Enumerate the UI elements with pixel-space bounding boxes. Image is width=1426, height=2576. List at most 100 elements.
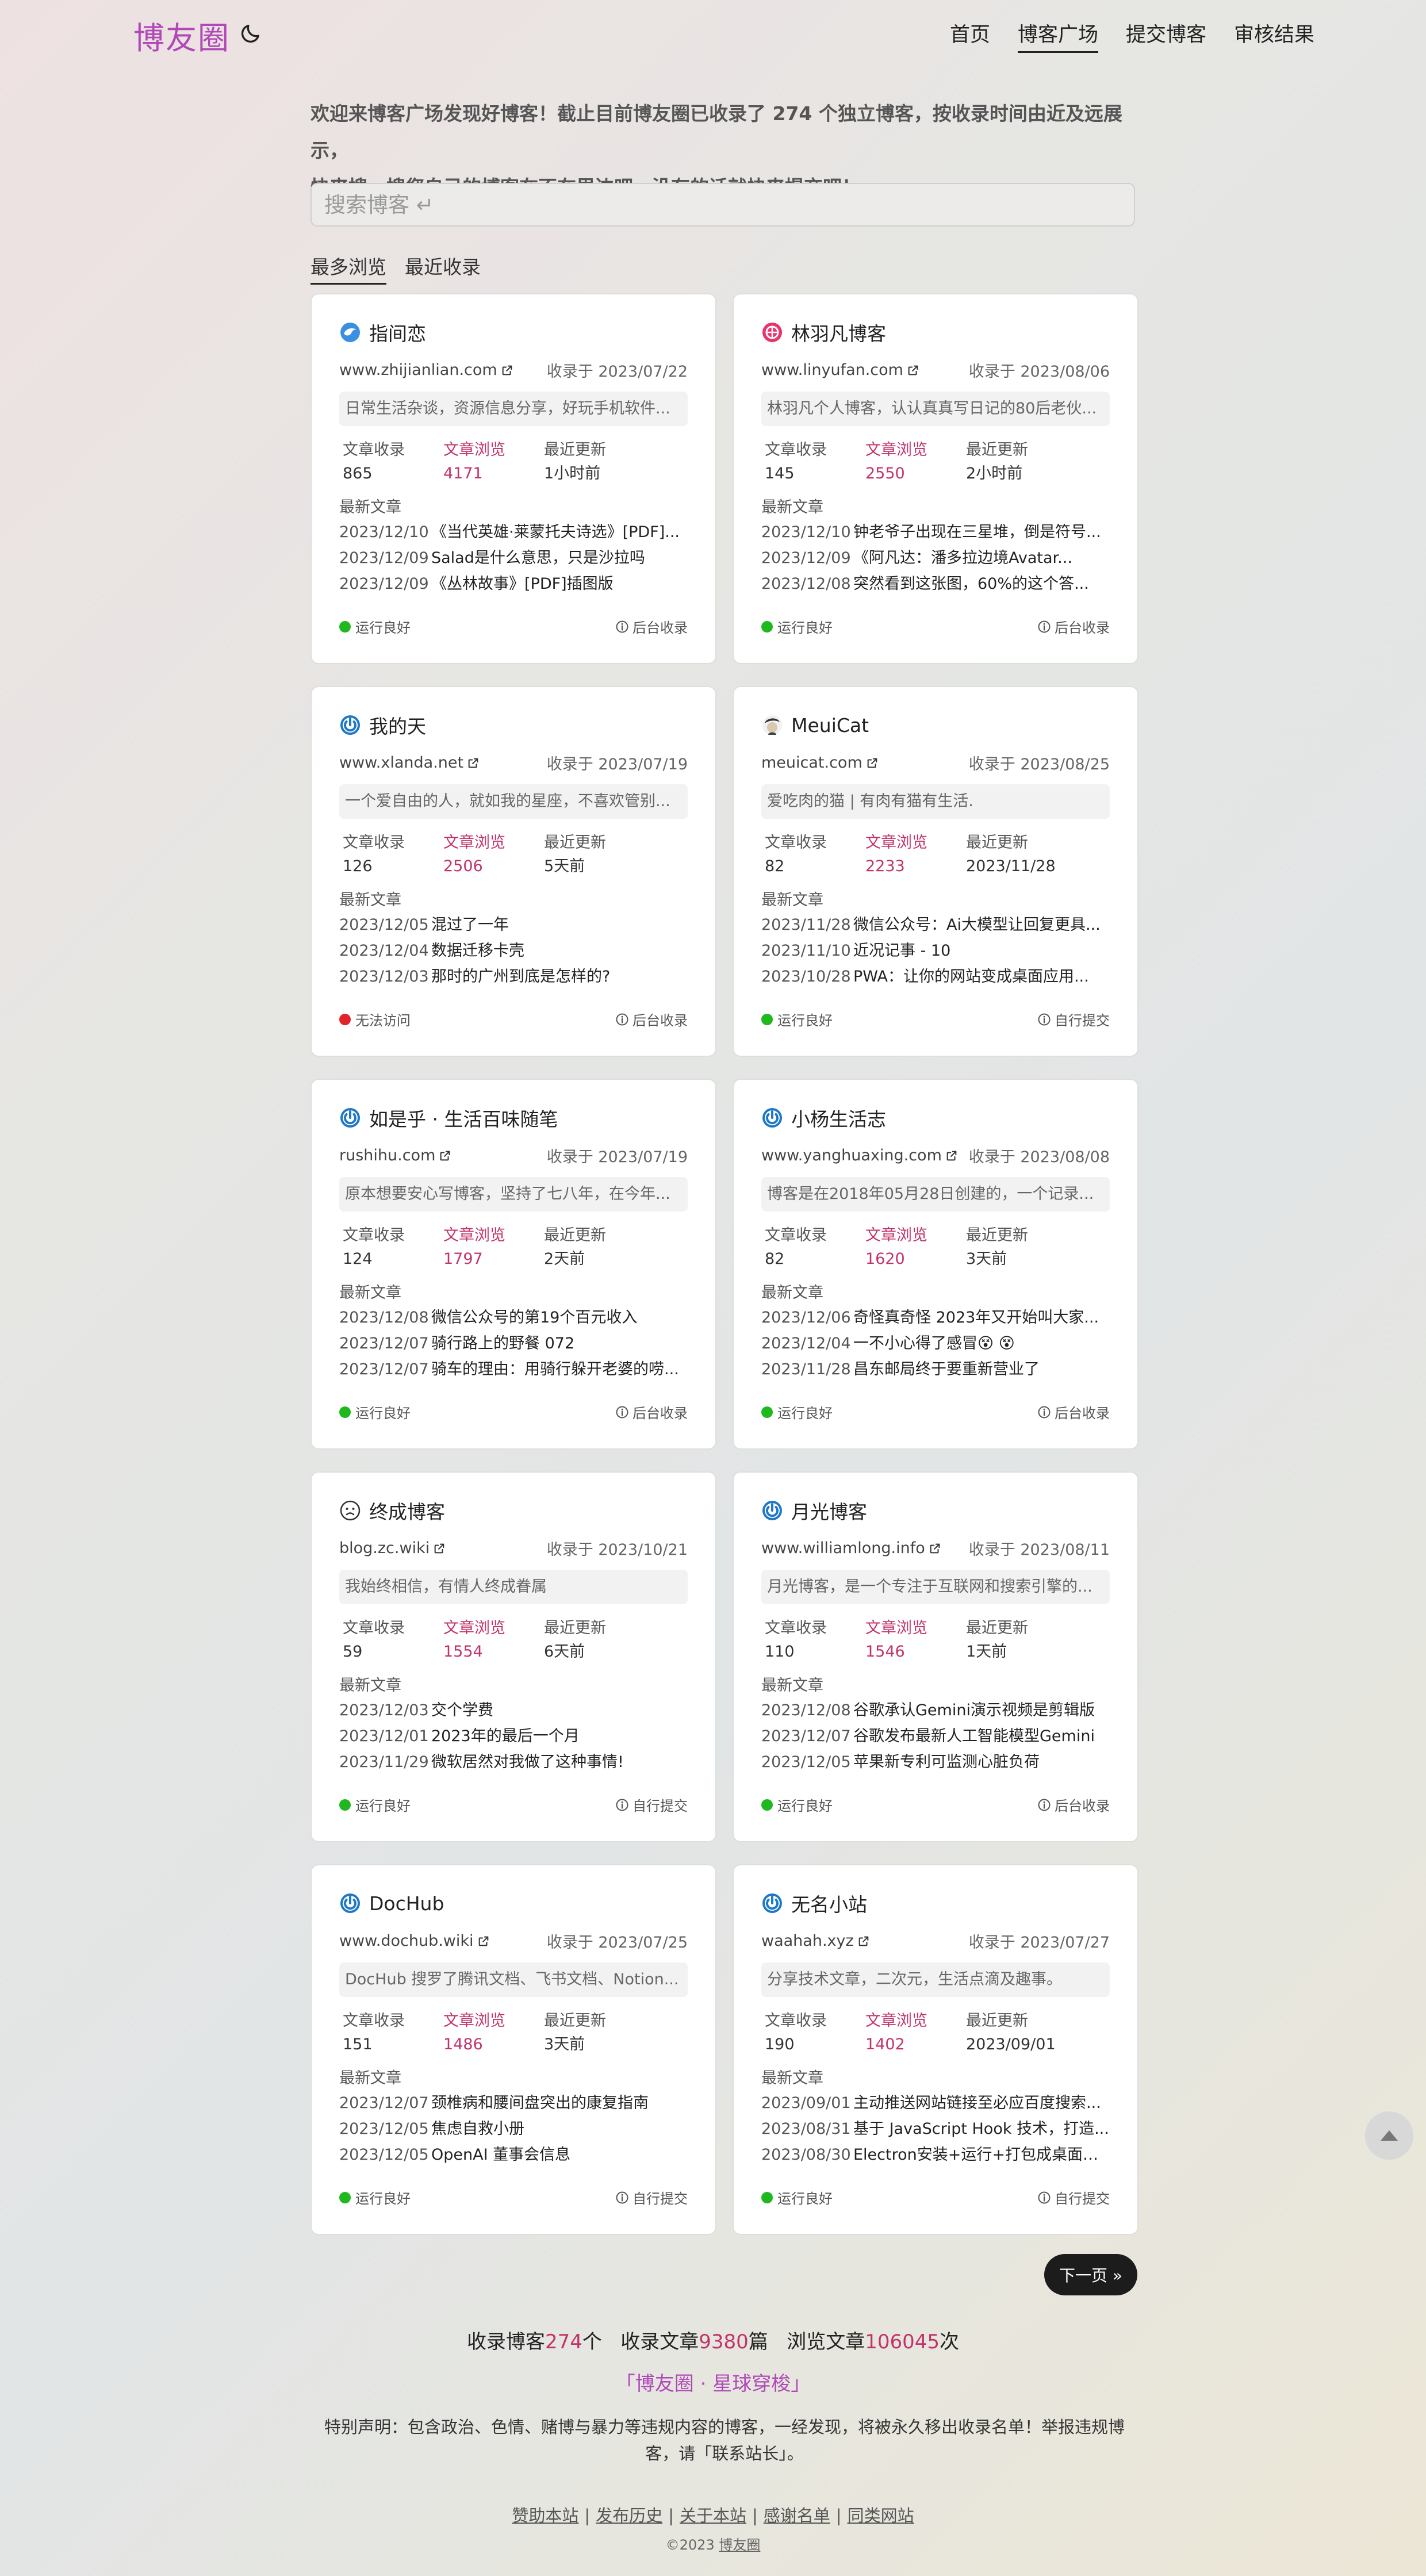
blog-url-link[interactable]: www.williamlong.info: [761, 1537, 941, 1559]
footer-link-history[interactable]: 发布历史: [596, 2506, 662, 2525]
search-input[interactable]: [312, 184, 1134, 225]
blog-url-link[interactable]: www.xlanda.net: [339, 752, 480, 774]
nav-submit-blog[interactable]: 提交博客: [1126, 18, 1206, 53]
post-title[interactable]: Electron安装+运行+打包成桌面应...: [853, 2142, 1110, 2168]
latest-post[interactable]: 2023/10/28 PWA：让你的网站变成桌面应用...: [761, 964, 1110, 990]
post-title[interactable]: 数据迁移卡壳: [431, 938, 524, 964]
post-title[interactable]: 突然看到这张图，60%的这个答...: [853, 571, 1089, 597]
latest-post[interactable]: 2023/12/05 混过了一年: [339, 912, 688, 938]
latest-post[interactable]: 2023/12/04 一不小心得了感冒😵 😵: [761, 1331, 1110, 1356]
latest-post[interactable]: 2023/12/07 谷歌发布最新人工智能模型Gemini: [761, 1723, 1110, 1749]
latest-post[interactable]: 2023/12/04 数据迁移卡壳: [339, 938, 688, 964]
blog-name[interactable]: 如是乎 · 生活百味随笔: [369, 1104, 558, 1132]
latest-post[interactable]: 2023/12/10 钟老爷子出现在三星堆，倒是符号...: [761, 519, 1110, 545]
blog-url-link[interactable]: www.yanghuaxing.com: [761, 1144, 958, 1167]
latest-post[interactable]: 2023/12/08 谷歌承认Gemini演示视频是剪辑版: [761, 1697, 1110, 1723]
post-title[interactable]: 《当代英雄·莱蒙托夫诗选》[PDF]...: [431, 519, 680, 545]
latest-post[interactable]: 2023/11/10 近况记事 - 10: [761, 938, 1110, 964]
post-title[interactable]: 谷歌发布最新人工智能模型Gemini: [853, 1723, 1095, 1749]
blog-url-link[interactable]: meuicat.com: [761, 752, 879, 774]
post-title[interactable]: 基于 JavaScript Hook 技术，打造...: [853, 2116, 1109, 2142]
blog-url-link[interactable]: blog.zc.wiki: [339, 1537, 446, 1559]
post-title[interactable]: PWA：让你的网站变成桌面应用...: [853, 964, 1089, 990]
post-title[interactable]: 《丛林故事》[PDF]插图版: [431, 571, 614, 597]
post-title[interactable]: 微软居然对我做了这种事情!: [431, 1749, 624, 1775]
footer-link-about[interactable]: 关于本站: [680, 2506, 746, 2525]
blog-url-link[interactable]: www.linyufan.com: [761, 359, 919, 381]
latest-post[interactable]: 2023/12/03 那时的广州到底是怎样的?: [339, 964, 688, 990]
latest-post[interactable]: 2023/12/01 2023年的最后一个月: [339, 1723, 688, 1749]
scroll-top-button[interactable]: [1365, 2111, 1413, 2160]
post-title[interactable]: 主动推送网站链接至必应百度搜索...: [853, 2090, 1101, 2116]
footer-link-thanks[interactable]: 感谢名单: [764, 2506, 830, 2525]
post-title[interactable]: 《阿凡达：潘多拉边境Avatar...: [853, 545, 1072, 571]
latest-post[interactable]: 2023/12/10 《当代英雄·莱蒙托夫诗选》[PDF]...: [339, 519, 688, 545]
blog-name[interactable]: 指间恋: [369, 319, 426, 346]
latest-post[interactable]: 2023/12/07 颈椎病和腰间盘突出的康复指南: [339, 2090, 688, 2116]
total-blogs-unit: 个: [582, 2330, 602, 2353]
latest-post[interactable]: 2023/12/05 OpenAI 董事会信息: [339, 2142, 688, 2168]
footer-link-sponsor[interactable]: 赞助本站: [512, 2506, 578, 2525]
blog-url-link[interactable]: www.dochub.wiki: [339, 1930, 490, 1952]
latest-post[interactable]: 2023/12/03 交个学费: [339, 1697, 688, 1723]
blog-name[interactable]: 无名小站: [791, 1889, 867, 1917]
blog-name[interactable]: MeuiCat: [791, 714, 869, 737]
post-title[interactable]: 微信公众号：Ai大模型让回复更具...: [853, 912, 1101, 938]
latest-post[interactable]: 2023/12/09 Salad是什么意思，只是沙拉吗: [339, 545, 688, 571]
post-title[interactable]: Salad是什么意思，只是沙拉吗: [431, 545, 645, 571]
latest-post[interactable]: 2023/08/30 Electron安装+运行+打包成桌面应...: [761, 2142, 1110, 2168]
blog-name[interactable]: 月光博客: [791, 1497, 867, 1524]
latest-post[interactable]: 2023/12/07 骑行路上的野餐 072: [339, 1331, 688, 1356]
blog-name[interactable]: 林羽凡博客: [791, 319, 886, 346]
blog-url-link[interactable]: www.zhijianlian.com: [339, 359, 513, 381]
post-title[interactable]: 焦虑自救小册: [431, 2116, 524, 2142]
tab-most-viewed[interactable]: 最多浏览: [310, 252, 386, 285]
blog-url-link[interactable]: rushihu.com: [339, 1144, 451, 1167]
moon-icon[interactable]: [239, 22, 262, 45]
post-title[interactable]: 交个学费: [431, 1697, 493, 1723]
next-page-button[interactable]: 下一页 »: [1044, 2254, 1137, 2295]
latest-post[interactable]: 2023/12/08 突然看到这张图，60%的这个答...: [761, 571, 1110, 597]
post-title[interactable]: 骑行路上的野餐 072: [431, 1331, 574, 1356]
tagline-link[interactable]: 「博友圈 · 星球穿梭」: [0, 2368, 1426, 2396]
latest-post[interactable]: 2023/09/01 主动推送网站链接至必应百度搜索...: [761, 2090, 1110, 2116]
latest-post[interactable]: 2023/11/28 昌东邮局终于要重新营业了: [761, 1356, 1110, 1382]
nav-blog-square[interactable]: 博客广场: [1017, 18, 1098, 53]
post-title[interactable]: 谷歌承认Gemini演示视频是剪辑版: [853, 1697, 1095, 1723]
latest-post[interactable]: 2023/11/29 微软居然对我做了这种事情!: [339, 1749, 688, 1775]
post-title[interactable]: 那时的广州到底是怎样的?: [431, 964, 610, 990]
post-title[interactable]: 2023年的最后一个月: [431, 1723, 580, 1749]
post-title[interactable]: 微信公众号的第19个百元收入: [431, 1305, 637, 1331]
copyright-link[interactable]: 博友圈: [719, 2537, 760, 2553]
latest-post[interactable]: 2023/08/31 基于 JavaScript Hook 技术，打造...: [761, 2116, 1110, 2142]
footer-link-similar[interactable]: 同类网站: [848, 2506, 914, 2525]
post-title[interactable]: 一不小心得了感冒😵 😵: [853, 1331, 1015, 1356]
tab-recently-added[interactable]: 最近收录: [405, 252, 481, 285]
source-text: 后台收录: [632, 620, 688, 636]
nav-review-results[interactable]: 审核结果: [1234, 18, 1314, 53]
latest-post[interactable]: 2023/12/07 骑车的理由：用骑行躲开老婆的唠...: [339, 1356, 688, 1382]
post-title[interactable]: 昌东邮局终于要重新营业了: [853, 1356, 1040, 1382]
post-title[interactable]: 苹果新专利可监测心脏负荷: [853, 1749, 1040, 1775]
latest-post[interactable]: 2023/12/05 苹果新专利可监测心脏负荷: [761, 1749, 1110, 1775]
latest-post[interactable]: 2023/12/08 微信公众号的第19个百元收入: [339, 1305, 688, 1331]
blog-name[interactable]: DocHub: [369, 1892, 444, 1915]
latest-post[interactable]: 2023/11/28 微信公众号：Ai大模型让回复更具...: [761, 912, 1110, 938]
latest-post[interactable]: 2023/12/09 《丛林故事》[PDF]插图版: [339, 571, 688, 597]
blog-name[interactable]: 终成博客: [369, 1497, 445, 1524]
post-title[interactable]: OpenAI 董事会信息: [431, 2142, 570, 2168]
blog-url-link[interactable]: waahah.xyz: [761, 1930, 870, 1952]
site-logo[interactable]: 博友圈: [133, 13, 230, 58]
post-title[interactable]: 混过了一年: [431, 912, 509, 938]
post-title[interactable]: 颈椎病和腰间盘突出的康复指南: [431, 2090, 649, 2116]
blog-name[interactable]: 我的天: [369, 711, 426, 739]
latest-post[interactable]: 2023/12/06 奇怪真奇怪 2023年又开始叫大家...: [761, 1305, 1110, 1331]
blog-name[interactable]: 小杨生活志: [791, 1104, 886, 1132]
latest-post[interactable]: 2023/12/09 《阿凡达：潘多拉边境Avatar...: [761, 545, 1110, 571]
post-title[interactable]: 骑车的理由：用骑行躲开老婆的唠...: [431, 1356, 679, 1382]
latest-post[interactable]: 2023/12/05 焦虑自救小册: [339, 2116, 688, 2142]
post-title[interactable]: 近况记事 - 10: [853, 938, 950, 964]
post-title[interactable]: 钟老爷子出现在三星堆，倒是符号...: [853, 519, 1101, 545]
nav-home[interactable]: 首页: [950, 18, 990, 53]
post-title[interactable]: 奇怪真奇怪 2023年又开始叫大家...: [853, 1305, 1099, 1331]
